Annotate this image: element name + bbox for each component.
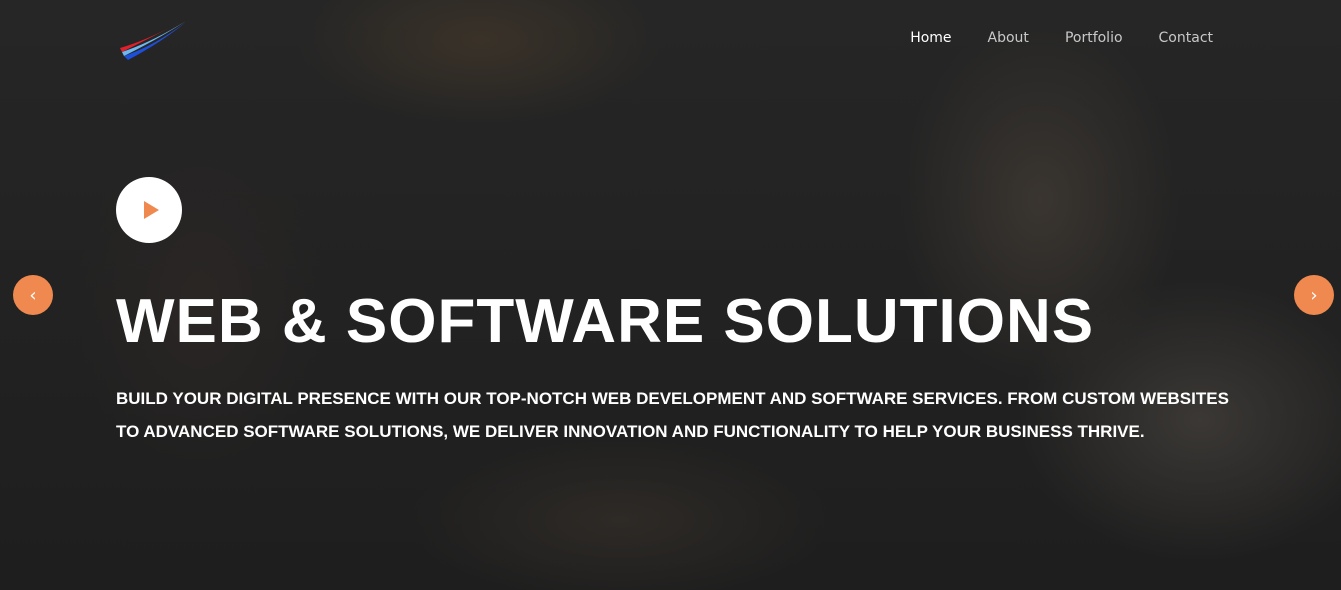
nav-about[interactable]: About <box>988 30 1029 46</box>
nav-contact[interactable]: Contact <box>1159 30 1213 46</box>
play-video-button[interactable] <box>116 177 182 243</box>
chevron-right-icon: › <box>1310 284 1318 306</box>
nav-home[interactable]: Home <box>910 30 951 46</box>
chevron-left-icon: ‹ <box>29 284 37 306</box>
hero-title: WEB & SOFTWARE SOLUTIONS <box>116 287 1095 356</box>
carousel-next-button[interactable]: › <box>1294 275 1334 315</box>
hero-subtitle: BUILD YOUR DIGITAL PRESENCE WITH OUR TOP… <box>116 389 1229 441</box>
play-icon <box>143 201 159 219</box>
main-nav: Home About Portfolio Contact <box>910 30 1213 46</box>
logo[interactable] <box>118 18 188 60</box>
nav-portfolio[interactable]: Portfolio <box>1065 30 1123 46</box>
carousel-prev-button[interactable]: ‹ <box>13 275 53 315</box>
